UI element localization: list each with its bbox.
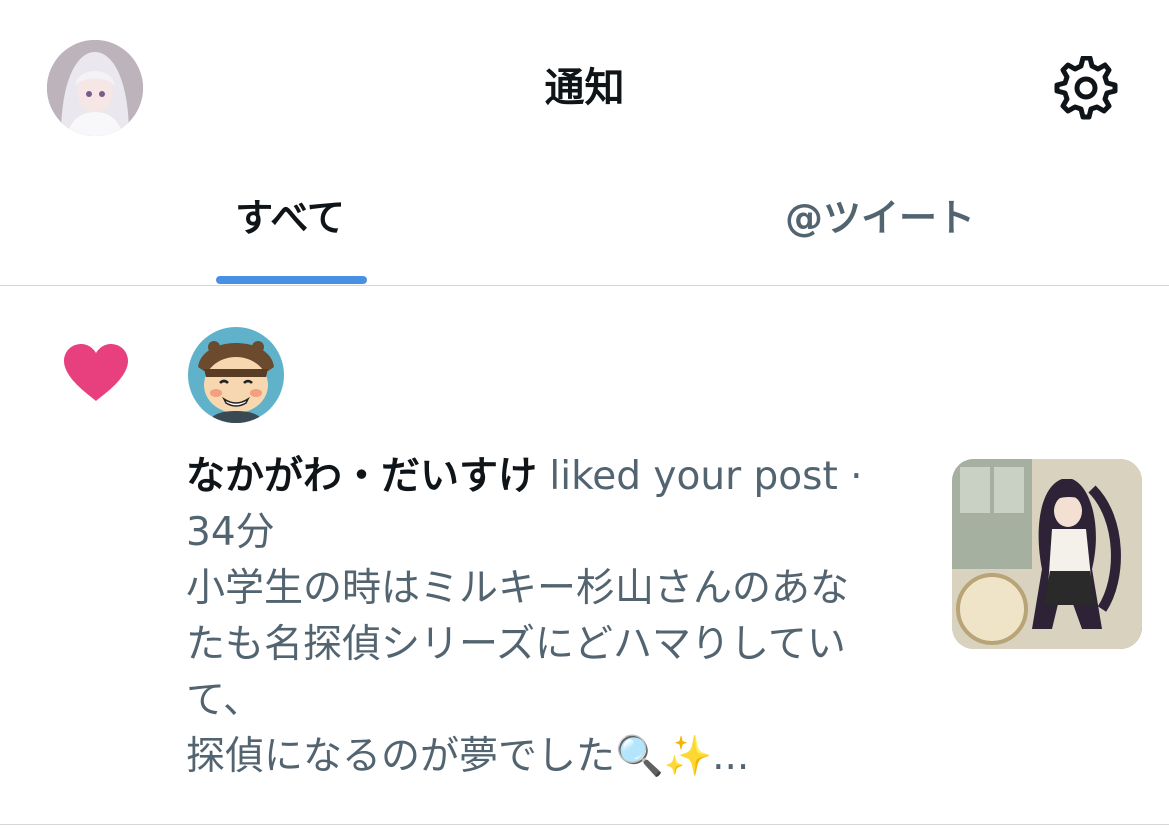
post-thumbnail-image <box>952 459 1142 649</box>
post-text-line: 小学生の時はミルキー杉山さんのあな <box>186 566 850 611</box>
notification-item[interactable]: なかがわ・だいすけ liked your post · 34分 小学生の時はミル… <box>0 287 1169 825</box>
gear-icon <box>1054 55 1118 120</box>
settings-button[interactable] <box>1054 55 1118 120</box>
post-thumbnail[interactable] <box>952 459 1142 649</box>
page-title: 通知 <box>544 65 625 111</box>
tab-mentions[interactable]: @ツイート <box>700 170 1060 286</box>
separator: · <box>837 454 863 499</box>
post-text-line: 探偵になるのが夢でした🔍✨... <box>186 734 750 779</box>
timestamp: 34分 <box>186 510 275 555</box>
user-avatar-icon <box>188 327 284 423</box>
action-text: liked your post <box>537 454 838 499</box>
active-tab-indicator <box>216 276 367 284</box>
notification-text: なかがわ・だいすけ liked your post · 34分 小学生の時はミル… <box>186 449 906 785</box>
header: 通知 <box>0 0 1169 170</box>
tab-bar: すべて @ツイート <box>0 170 1169 286</box>
tab-all[interactable]: すべて <box>170 170 410 286</box>
username-link[interactable]: なかがわ・だいすけ <box>186 454 537 499</box>
post-text-line: たも名探偵シリーズにどハマりしてい <box>186 622 846 667</box>
heart-icon <box>64 344 128 401</box>
user-avatar[interactable] <box>188 327 284 423</box>
post-text-line: て、 <box>186 678 263 723</box>
